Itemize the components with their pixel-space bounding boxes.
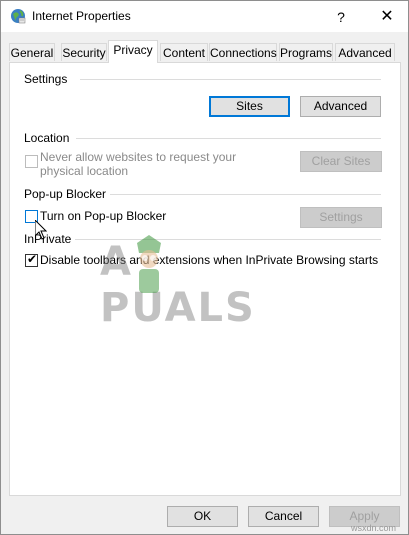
cancel-button[interactable]: Cancel <box>248 506 319 527</box>
sites-button[interactable]: Sites <box>209 96 290 117</box>
checkmark-icon: ✔ <box>27 252 38 266</box>
help-button[interactable]: ? <box>327 3 355 31</box>
location-section-label: Location <box>24 131 74 145</box>
tab-programs[interactable]: Programs <box>279 43 333 61</box>
window-title: Internet Properties <box>32 9 131 23</box>
tab-general[interactable]: General <box>9 43 55 61</box>
tab-privacy[interactable]: Privacy <box>108 40 158 63</box>
tab-connections[interactable]: Connections <box>209 43 277 61</box>
close-button[interactable]: ✕ <box>372 3 402 31</box>
popup-section-label: Pop-up Blocker <box>24 187 111 201</box>
tab-advanced[interactable]: Advanced <box>335 43 395 61</box>
tab-security[interactable]: Security <box>61 43 107 61</box>
location-divider <box>76 138 381 139</box>
never-allow-location-label-line2: physical location <box>40 164 129 178</box>
never-allow-location-checkbox[interactable] <box>25 155 38 168</box>
settings-divider <box>80 79 381 80</box>
globe-icon <box>11 9 26 24</box>
inprivate-section-label: InPrivate <box>24 232 76 246</box>
disable-toolbars-checkbox[interactable]: ✔ <box>25 252 38 267</box>
popup-blocker-label: Turn on Pop-up Blocker <box>40 209 167 223</box>
popup-settings-button[interactable]: Settings <box>300 207 382 228</box>
ok-button[interactable]: OK <box>167 506 238 527</box>
never-allow-location-label-line1: Never allow websites to request your <box>40 150 237 164</box>
tab-content[interactable]: Content <box>160 43 208 61</box>
mouse-cursor-icon <box>35 220 47 240</box>
source-watermark: wsxdn.com <box>351 523 397 533</box>
settings-section-label: Settings <box>24 72 72 86</box>
advanced-button[interactable]: Advanced <box>300 96 381 117</box>
title-bar: Internet Properties ? ✕ <box>1 1 408 32</box>
clear-sites-button[interactable]: Clear Sites <box>300 151 382 172</box>
appuals-mascot-icon <box>137 235 161 293</box>
popup-divider <box>108 194 381 195</box>
internet-properties-dialog: Internet Properties ? ✕ General Security… <box>0 0 409 535</box>
tab-strip: General Security Privacy Content Connect… <box>9 40 401 63</box>
